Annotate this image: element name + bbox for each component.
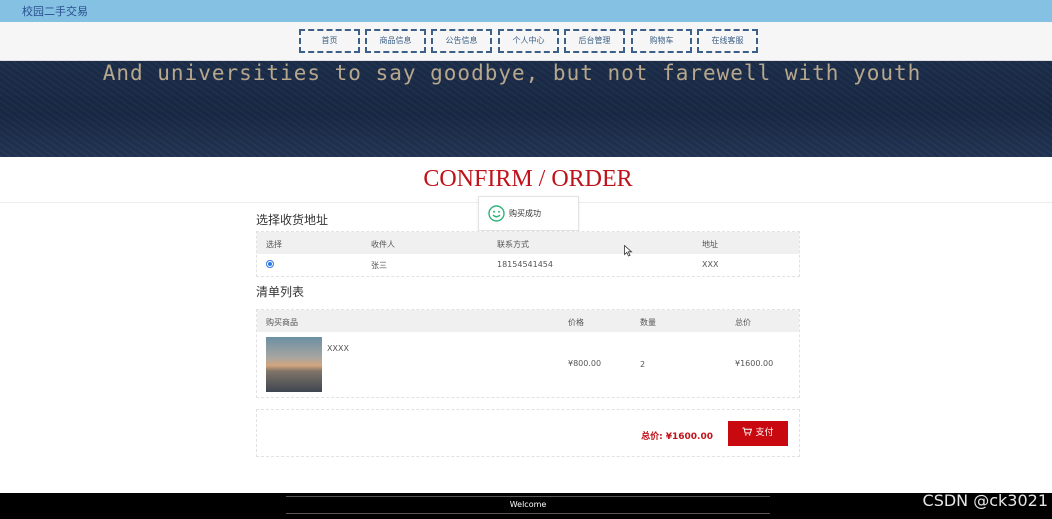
nav-item-support[interactable]: 在线客服	[697, 29, 758, 53]
smile-icon	[488, 205, 505, 222]
recipient-address: XXX	[702, 260, 719, 269]
order-table-header: 购买商品 价格 数量 总价	[257, 310, 799, 332]
address-table: 选择 收件人 联系方式 地址 张三 18154541454 XXX	[256, 231, 800, 277]
col-quantity: 数量	[640, 318, 656, 327]
footer-divider	[286, 496, 770, 497]
col-address: 地址	[702, 240, 718, 249]
col-total: 总价	[735, 318, 751, 327]
pay-button[interactable]: 支付	[728, 421, 788, 446]
total-label: 总价:	[641, 432, 663, 442]
success-toast: 购买成功	[478, 196, 579, 231]
address-radio[interactable]	[266, 260, 274, 268]
col-contact: 联系方式	[497, 240, 529, 249]
order-table: 购买商品 价格 数量 总价 XXXX ¥800.00 2 ¥1600.00	[256, 309, 800, 398]
total-value: ¥1600.00	[665, 432, 713, 442]
total-price: 总价: ¥1600.00	[641, 429, 713, 442]
footer-welcome: Welcome	[509, 500, 547, 509]
page-title: CONFIRM / ORDER	[423, 166, 633, 192]
col-select: 选择	[266, 240, 282, 249]
footer: Welcome	[0, 493, 1052, 519]
banner-slogan: And universities to say goodbye, but not…	[102, 61, 922, 85]
product-total: ¥1600.00	[735, 359, 774, 368]
hero-banner: And universities to say goodbye, but not…	[0, 61, 1052, 157]
mouse-cursor-icon	[624, 245, 633, 257]
product-thumbnail[interactable]	[266, 337, 322, 392]
nav-item-cart[interactable]: 购物车	[631, 29, 692, 53]
address-table-header: 选择 收件人 联系方式 地址	[257, 232, 799, 254]
nav-item-admin[interactable]: 后台管理	[564, 29, 625, 53]
col-product: 购买商品	[266, 318, 298, 327]
nav-item-home[interactable]: 首页	[299, 29, 360, 53]
site-brand[interactable]: 校园二手交易	[22, 3, 88, 19]
recipient-phone: 18154541454	[497, 260, 553, 269]
nav-item-notices[interactable]: 公告信息	[431, 29, 492, 53]
product-name[interactable]: XXXX	[327, 344, 349, 353]
watermark: CSDN @ck3021	[922, 491, 1048, 510]
footer-divider	[286, 513, 770, 514]
cart-icon	[742, 427, 753, 436]
nav-item-user-center[interactable]: 个人中心	[498, 29, 559, 53]
recipient-name: 张三	[371, 261, 387, 270]
order-section-title: 清单列表	[256, 285, 305, 299]
product-quantity: 2	[640, 360, 646, 369]
main-nav: 首页 商品信息 公告信息 个人中心 后台管理 购物车 在线客服	[0, 22, 1052, 61]
pay-label: 支付	[755, 428, 774, 438]
nav-item-goods[interactable]: 商品信息	[365, 29, 426, 53]
address-section-title: 选择收货地址	[256, 213, 329, 227]
toast-message: 购买成功	[509, 209, 541, 218]
top-bar: 校园二手交易	[0, 0, 1052, 22]
col-recipient: 收件人	[371, 240, 395, 249]
col-price: 价格	[568, 318, 584, 327]
product-price: ¥800.00	[568, 359, 602, 368]
order-summary: 总价: ¥1600.00 支付	[256, 409, 800, 457]
